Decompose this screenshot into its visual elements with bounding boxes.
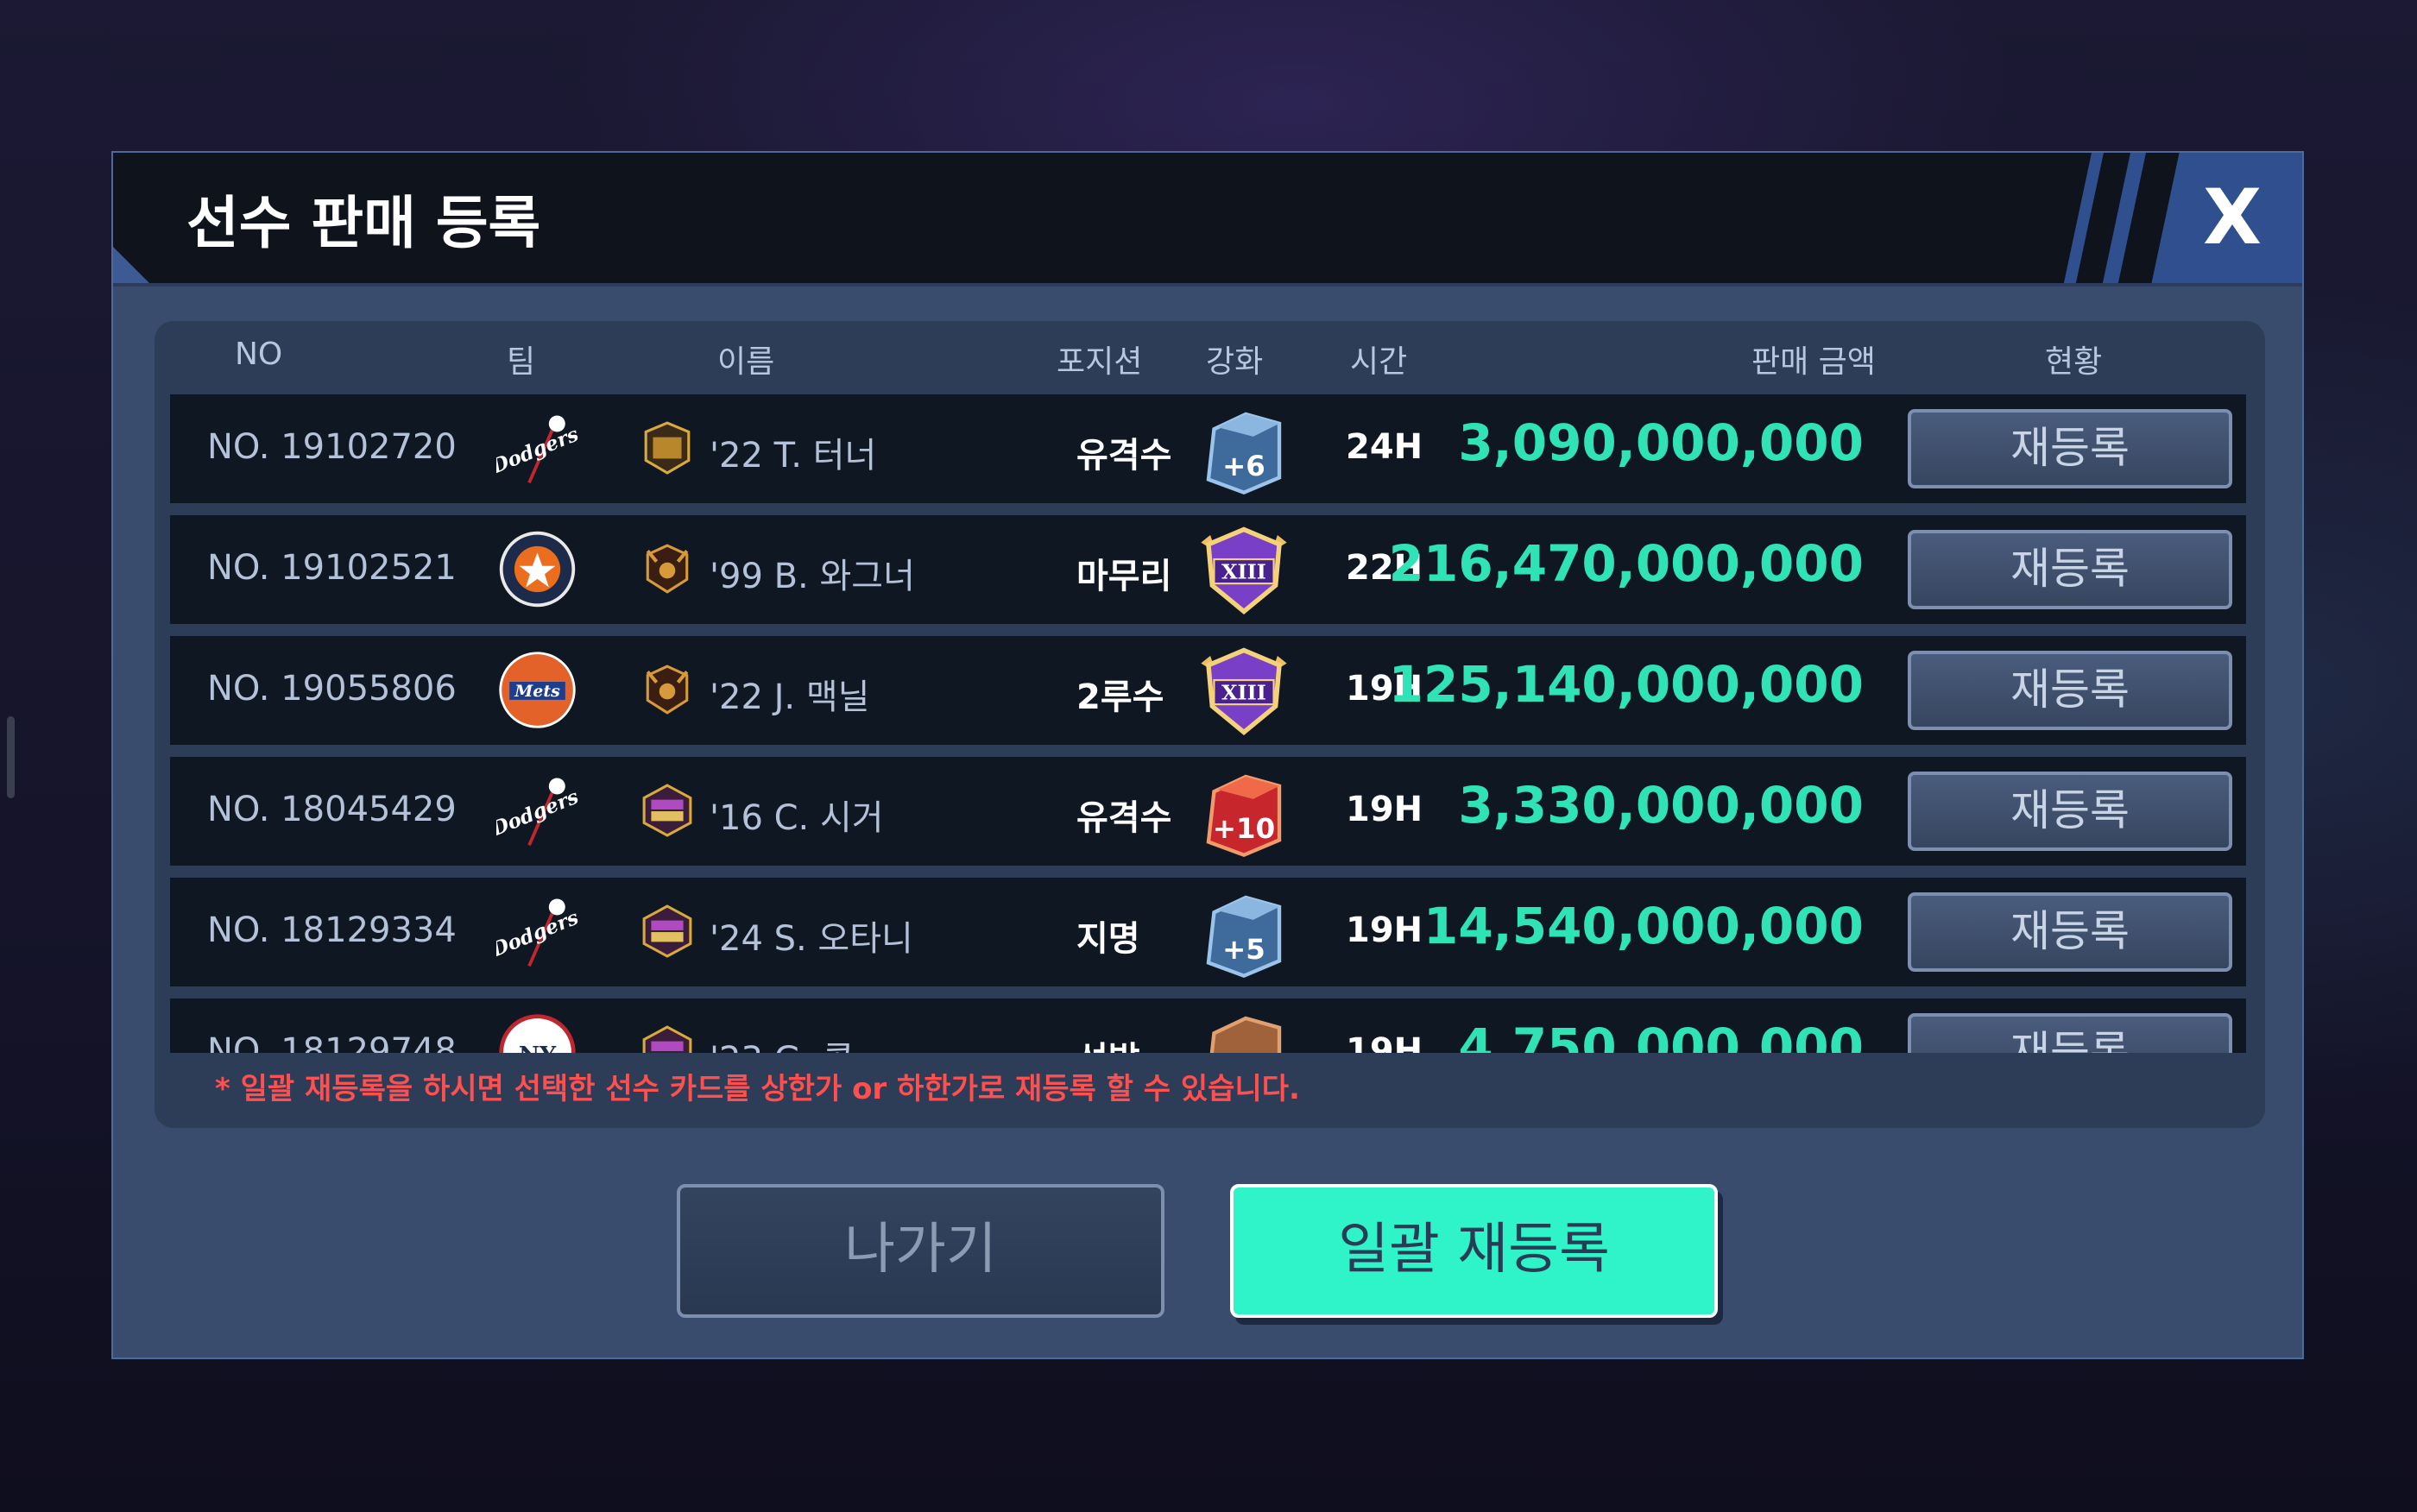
table-rows[interactable]: NO. 19102720 Dodgers '22 T. 터너 유격수 +6 24…	[170, 394, 2246, 1053]
side-handle	[7, 716, 15, 798]
header-team: 팀	[507, 344, 536, 380]
enhance-level-icon: +10	[1206, 774, 1282, 858]
enhance-level-icon: XIII	[1201, 647, 1287, 736]
astros-logo-icon	[499, 531, 576, 608]
reregister-button[interactable]: 재등록	[1908, 892, 2232, 972]
poy-roy-badge-icon	[642, 784, 692, 837]
player-position: 지명	[1076, 919, 1140, 959]
yankees-logo-icon: NY	[499, 1014, 576, 1053]
sale-price: 14,540,000,000	[1423, 897, 1864, 955]
dodgers-logo-icon: Dodgers	[496, 898, 578, 967]
enhance-label: +6	[1222, 450, 1265, 482]
header-stripe	[2098, 153, 2149, 283]
reregister-button[interactable]: 재등록	[1908, 1013, 2232, 1053]
reregister-button[interactable]: 재등록	[1908, 530, 2232, 609]
enhance-level-icon: +6	[1206, 412, 1282, 495]
close-button[interactable]: X	[2180, 170, 2284, 265]
enhance-label: XIII	[1221, 560, 1266, 584]
sale-price: 125,140,000,000	[1388, 655, 1864, 714]
enhance-label: +5	[1222, 933, 1265, 966]
reregister-button[interactable]: 재등록	[1908, 409, 2232, 488]
svg-text:Mets: Mets	[514, 682, 560, 701]
header-status: 현황	[2045, 344, 2103, 380]
dodgers-logo-icon: Dodgers	[496, 415, 578, 484]
listing-number: NO. 19055806	[207, 669, 457, 709]
legend-badge-icon	[646, 665, 689, 715]
player-position: 유격수	[1076, 798, 1172, 838]
exit-button[interactable]: 나가기	[677, 1184, 1164, 1318]
sale-price: 216,470,000,000	[1388, 534, 1864, 593]
mets-logo-icon: Mets	[499, 652, 576, 728]
reregister-button[interactable]: 재등록	[1908, 772, 2232, 851]
player-name: '22 T. 터너	[710, 436, 877, 476]
table-row[interactable]: NO. 19055806 Mets '22 J. 맥닐 2루수 XIII 19H…	[170, 636, 2246, 745]
player-position: 유격수	[1076, 436, 1172, 476]
header-no: NO	[235, 337, 283, 372]
remaining-time: 19H	[1346, 910, 1423, 950]
svg-text:Dodgers: Dodgers	[496, 424, 578, 479]
player-name: '16 C. 시거	[710, 798, 884, 838]
listing-number: NO. 18129334	[207, 910, 457, 950]
table-header: NO 팀 이름 포지션 강화 시간 판매 금액 현황	[155, 321, 2265, 390]
sale-price: 3,090,000,000	[1458, 413, 1864, 472]
all-mlb-badge-icon	[644, 421, 691, 475]
listing-number: NO. 19102521	[207, 548, 457, 588]
remaining-time: 19H	[1346, 1031, 1423, 1053]
player-position: 선발	[1076, 1031, 1140, 1053]
sale-price: 4,750,000,000	[1458, 1017, 1864, 1053]
remaining-time: 19H	[1346, 790, 1423, 829]
header-position: 포지션	[1057, 344, 1143, 380]
sale-registration-dialog: 선수 판매 등록 X NO 팀 이름 포지션 강화 시간 판매 금액 현황 NO…	[111, 151, 2304, 1359]
svg-text:Dodgers: Dodgers	[496, 907, 578, 962]
enhance-level-icon: +5	[1206, 895, 1282, 979]
dialog-title: 선수 판매 등록	[186, 190, 541, 256]
enhance-level-icon: XIII	[1201, 526, 1287, 615]
enhance-level-icon	[1209, 1016, 1282, 1053]
header-corner-accent	[113, 247, 149, 283]
player-name: '23 G. 콜	[710, 1031, 855, 1053]
dodgers-logo-icon: Dodgers	[496, 778, 578, 847]
player-name: '24 S. 오타니	[710, 919, 913, 959]
header-time: 시간	[1350, 344, 1408, 380]
poy-mvp-badge-icon	[642, 904, 692, 958]
legend-badge-icon	[646, 544, 689, 594]
dialog-header: 선수 판매 등록 X	[113, 153, 2302, 287]
header-name: 이름	[717, 344, 775, 380]
enhance-label: XIII	[1221, 681, 1266, 705]
table-row[interactable]: NO. 19102521 '99 B. 와그너 마무리 XIII 22H 216…	[170, 515, 2246, 624]
listing-number: NO. 18129748	[207, 1031, 457, 1053]
table-row[interactable]: NO. 19102720 Dodgers '22 T. 터너 유격수 +6 24…	[170, 394, 2246, 503]
table-row[interactable]: NO. 18045429 Dodgers '16 C. 시거 유격수 +10 1…	[170, 757, 2246, 866]
header-price: 판매 금액	[1751, 344, 1876, 380]
remaining-time: 24H	[1346, 427, 1423, 467]
reregister-button[interactable]: 재등록	[1908, 651, 2232, 730]
header-stripe	[2060, 153, 2106, 283]
listing-table: NO 팀 이름 포지션 강화 시간 판매 금액 현황 NO. 19102720 …	[155, 321, 2265, 1128]
svg-text:Dodgers: Dodgers	[496, 786, 578, 841]
svg-text:NY: NY	[519, 1042, 557, 1053]
poy-badge-icon	[642, 1025, 692, 1053]
bulk-reregister-notice: * 일괄 재등록을 하시면 선택한 선수 카드를 상한가 or 하한가로 재등록…	[215, 1072, 1300, 1106]
listing-number: NO. 18045429	[207, 790, 457, 829]
header-enhance: 강화	[1206, 344, 1264, 380]
sale-price: 3,330,000,000	[1458, 776, 1864, 835]
player-name: '22 J. 맥닐	[710, 677, 870, 717]
player-position: 마무리	[1076, 557, 1172, 596]
table-row[interactable]: NO. 18129748 NY '23 G. 콜 선발 19H 4,750,00…	[170, 999, 2246, 1053]
enhance-label: +10	[1213, 812, 1275, 845]
player-position: 2루수	[1076, 677, 1164, 717]
listing-number: NO. 19102720	[207, 427, 457, 467]
player-name: '99 B. 와그너	[710, 557, 915, 596]
bulk-reregister-button[interactable]: 일괄 재등록	[1230, 1184, 1718, 1318]
table-row[interactable]: NO. 18129334 Dodgers '24 S. 오타니 지명 +5 19…	[170, 878, 2246, 986]
